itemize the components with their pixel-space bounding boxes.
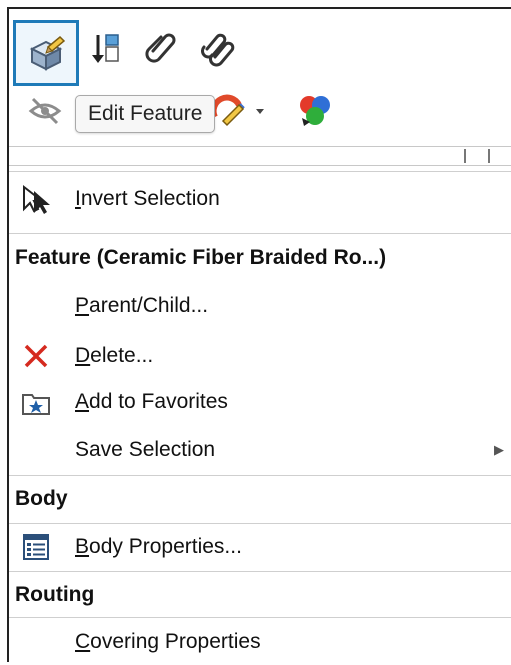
context-toolbar: Edit Feature — [9, 9, 511, 166]
section-header-label: Body — [15, 486, 68, 510]
context-menu: Edit Feature Invert Selection Feature (C… — [7, 7, 511, 662]
menu-item-delete[interactable]: Delete... — [9, 334, 511, 378]
properties-list-icon — [19, 530, 53, 564]
menu-item-parent-child[interactable]: Parent/Child... — [9, 284, 511, 328]
rollback-icon[interactable] — [86, 27, 130, 71]
menu-item-label: Covering Properties — [75, 629, 261, 653]
section-header-label: Routing — [15, 582, 95, 606]
menu-item-add-to-favorites[interactable]: Add to Favorites — [9, 380, 511, 424]
menu-item-label: Body Properties... — [75, 534, 242, 558]
menu-item-save-selection[interactable]: Save Selection ▶ — [9, 428, 511, 472]
separator — [9, 171, 511, 172]
section-header-routing: Routing — [9, 571, 511, 617]
menu-item-label: Save Selection — [75, 438, 216, 461]
hide-eye-icon[interactable] — [23, 89, 67, 133]
chevron-down-icon[interactable] — [251, 89, 269, 133]
menu-item-label: Invert Selection — [75, 187, 220, 210]
menu-item-covering-properties[interactable]: Covering Properties — [9, 617, 511, 665]
scroll-thumb[interactable] — [464, 149, 490, 163]
submenu-arrow-icon: ▶ — [494, 442, 504, 457]
paperclip-icon[interactable] — [139, 27, 183, 71]
color-palette-icon[interactable] — [293, 89, 337, 133]
menu-item-label: Delete... — [75, 344, 154, 367]
tooltip: Edit Feature — [75, 95, 216, 133]
cursor-select-icon — [19, 182, 53, 216]
menu-item-label: Add to Favorites — [75, 390, 228, 413]
paperclips-icon[interactable] — [197, 27, 241, 71]
section-header-body: Body — [9, 475, 511, 521]
toolbar-scrollbar[interactable] — [9, 146, 511, 166]
favorites-folder-icon — [19, 385, 53, 419]
menu-item-body-properties[interactable]: Body Properties... — [9, 523, 511, 569]
menu-item-label: Parent/Child... — [75, 294, 209, 317]
section-header-label: Feature (Ceramic Fiber Braided Ro...) — [15, 245, 387, 269]
edit-feature-icon[interactable] — [13, 20, 79, 86]
delete-x-icon — [19, 339, 53, 373]
menu-item-invert-selection[interactable]: Invert Selection — [9, 177, 511, 221]
section-header-feature: Feature (Ceramic Fiber Braided Ro...) — [9, 233, 511, 281]
